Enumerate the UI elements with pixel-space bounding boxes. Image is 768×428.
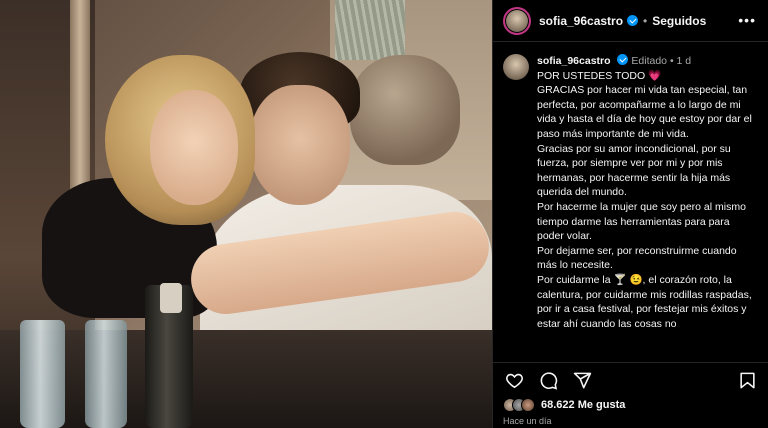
header-separator: • [643,13,648,28]
post-actions [493,362,768,398]
header-username[interactable]: sofia_96castro [539,14,623,28]
caption-line: Por cuidarme la 🍸 😉, el corazón roto, la… [537,273,752,330]
photo-man-face [250,85,350,205]
cocktail-emoji-icon: 🍸 [613,273,627,286]
post-header: sofia_96castro • Seguidos ••• [493,0,768,42]
photo-bottle-cap [160,283,182,313]
following-button[interactable]: Seguidos [652,14,706,28]
caption-avatar[interactable] [503,54,529,80]
verified-badge-icon [627,15,639,26]
photo-table [0,330,492,428]
caption-line: Por dejarme ser, por reconstruirme cuand… [537,244,737,272]
post-photo[interactable] [0,0,492,428]
caption-text: sofia_96castro Editado • 1 d POR USTEDES… [537,54,758,356]
heart-emoji-icon: 💗 [648,69,662,82]
post-timestamp[interactable]: Hace un día [503,416,552,426]
more-options-icon[interactable]: ••• [738,12,756,28]
caption-line: Por hacerme la mujer que soy pero al mis… [537,200,746,243]
instagram-post: sofia_96castro • Seguidos ••• sofia_96ca… [0,0,768,428]
photo-bottle [20,320,65,428]
bookmark-icon[interactable] [736,370,758,392]
caption-line: Gracias por su amor incondicional, por s… [537,142,731,199]
liker-avatar [521,398,535,412]
verified-badge-icon [617,54,629,65]
avatar[interactable] [503,6,531,35]
post-side-panel: sofia_96castro • Seguidos ••• sofia_96ca… [492,0,768,428]
comment-icon[interactable] [537,370,559,392]
caption-line: POR USTEDES TODO 💗 [537,69,662,82]
photo-plant [335,0,405,60]
caption-username[interactable]: sofia_96castro [537,55,611,67]
likes-label[interactable]: Me gusta [578,399,626,411]
photo-pot [350,55,460,165]
caption-area: sofia_96castro Editado • 1 d POR USTEDES… [493,42,768,356]
likes-summary[interactable]: 68.622 Me gusta [503,398,625,412]
photo-bottle [85,320,127,428]
caption-line: GRACIAS por hacer mi vida tan especial, … [537,84,752,140]
caption-time[interactable]: 1 d [677,55,692,67]
meta-separator: • [669,55,677,67]
photo-woman-face [150,90,238,205]
heart-icon[interactable] [503,370,525,392]
edited-label: Editado [631,55,668,67]
face-emoji-icon: 😉 [629,273,643,286]
share-icon[interactable] [571,370,593,392]
likes-count[interactable]: 68.622 [541,399,575,411]
